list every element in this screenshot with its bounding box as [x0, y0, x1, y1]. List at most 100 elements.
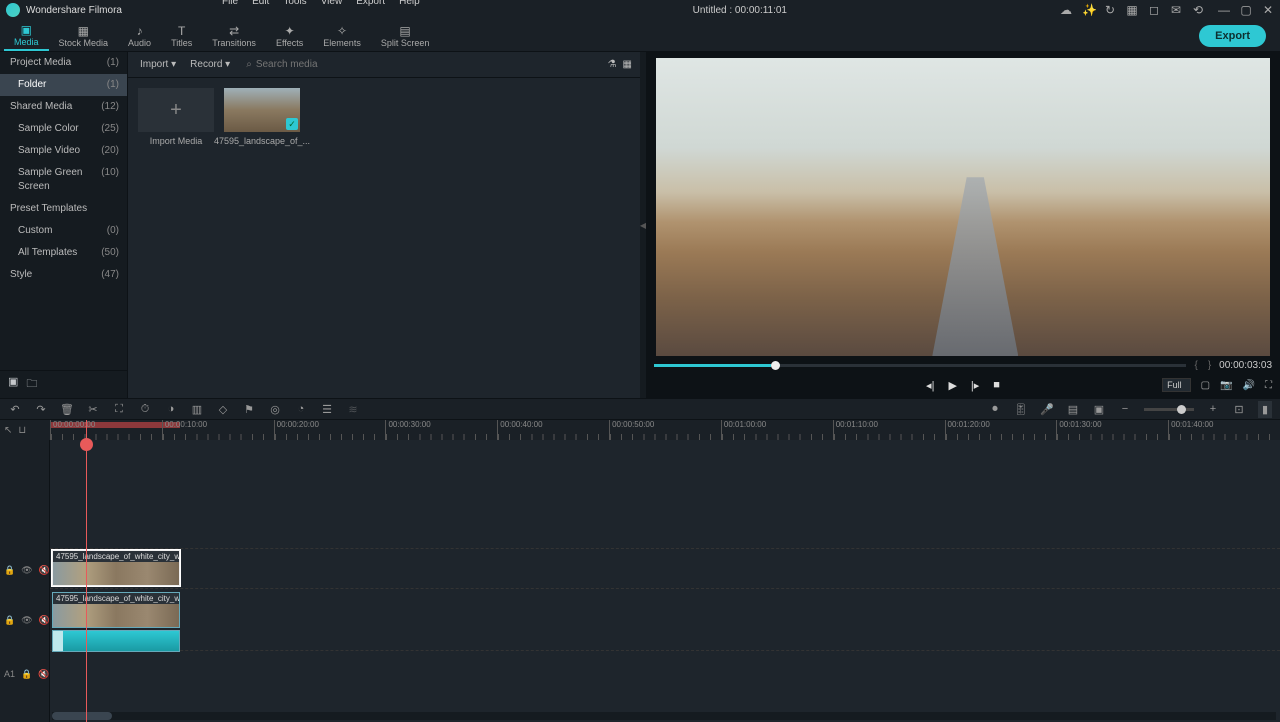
cursor-icon[interactable]: ↖ — [4, 425, 12, 436]
stop-button[interactable]: ■ — [993, 379, 1000, 391]
media-clip-tile[interactable]: 47595_landscape_of_... — [224, 88, 300, 146]
record-dropdown[interactable]: Record ▾ — [186, 57, 234, 72]
tab-media[interactable]: ▣Media — [4, 21, 49, 51]
import-media-tile[interactable]: + Import Media — [138, 88, 214, 146]
sidebar-folder[interactable]: Folder(1) — [0, 74, 127, 96]
mail-icon[interactable]: ✉ — [1170, 4, 1182, 16]
more-icon[interactable]: ☰ — [320, 403, 334, 416]
speed-icon[interactable]: ⏱ — [138, 403, 152, 416]
match-icon[interactable]: ▣ — [1092, 403, 1106, 416]
timeline-scrollbar[interactable] — [52, 712, 1276, 720]
track-eye-icon[interactable]: 👁 — [21, 615, 32, 626]
timeline-clip-audio[interactable] — [52, 630, 180, 652]
sidebar-custom[interactable]: Custom(0) — [0, 220, 127, 242]
tab-titles[interactable]: TTitles — [161, 21, 202, 51]
crop-icon[interactable]: ⛶ — [112, 403, 126, 416]
fullscreen-icon[interactable]: ⛶ — [1265, 380, 1272, 391]
sidebar-all-templates[interactable]: All Templates(50) — [0, 242, 127, 264]
tab-split-screen[interactable]: ▤Split Screen — [371, 21, 440, 51]
sidebar-style[interactable]: Style(47) — [0, 264, 127, 286]
sidebar-preset-templates[interactable]: Preset Templates — [0, 198, 127, 220]
clip-thumbnail[interactable] — [224, 88, 300, 132]
menu-edit[interactable]: Edit — [252, 0, 269, 7]
zoom-fit-icon[interactable]: ⊡ — [1232, 403, 1246, 416]
undo-icon[interactable]: ↶ — [8, 403, 22, 416]
track-header-v1[interactable]: 🔒 👁 🔇 — [0, 600, 49, 640]
delete-icon[interactable]: 🗑 — [60, 403, 74, 416]
zoom-in-icon[interactable]: + — [1206, 403, 1220, 415]
play-button[interactable]: ▶ — [948, 379, 956, 392]
menu-file[interactable]: File — [222, 0, 238, 7]
progress-bar[interactable] — [654, 364, 1186, 367]
tracks-area[interactable]: 47595_landscape_of_white_city_with_river… — [50, 440, 1280, 720]
track-header-a1[interactable]: A1🔒🔇 — [0, 654, 49, 694]
audio-fade-handle[interactable] — [53, 631, 63, 651]
cloud-icon[interactable]: ☁ — [1060, 4, 1072, 16]
prev-frame-button[interactable]: ◂| — [926, 379, 934, 392]
render-icon[interactable]: ▤ — [1066, 403, 1080, 416]
quality-select[interactable]: Full — [1162, 378, 1191, 392]
sidebar-sample-green-screen[interactable]: Sample Green Screen(10) — [0, 162, 127, 198]
redo-icon[interactable]: ↷ — [34, 403, 48, 416]
magnet-icon[interactable]: ⊔ — [18, 425, 26, 436]
tl-settings-icon[interactable]: ▮ — [1258, 401, 1272, 418]
track-lock-icon[interactable]: 🔒 — [4, 615, 15, 626]
tab-audio[interactable]: ♪Audio — [118, 21, 161, 51]
tab-transitions[interactable]: ⇄Transitions — [202, 21, 266, 51]
minimize-button[interactable]: — — [1218, 4, 1230, 16]
sidebar-project-media[interactable]: Project Media(1) — [0, 52, 127, 74]
preview-viewport[interactable] — [656, 58, 1270, 356]
close-button[interactable]: ✕ — [1262, 4, 1274, 16]
timeline-clip-v2[interactable]: 47595_landscape_of_white_city_with_river… — [52, 550, 180, 586]
search-input[interactable] — [256, 59, 602, 70]
sidebar-shared-media[interactable]: Shared Media(12) — [0, 96, 127, 118]
playhead[interactable] — [86, 420, 87, 722]
tab-stock-media[interactable]: ▦Stock Media — [49, 21, 119, 51]
sparkle-icon[interactable]: ✨ — [1082, 4, 1094, 16]
tab-elements[interactable]: ✧Elements — [313, 21, 371, 51]
square-icon[interactable]: ◻ — [1148, 4, 1160, 16]
tracking-icon[interactable]: ◎ — [268, 403, 282, 416]
grid-view-icon[interactable]: ▦ — [623, 59, 632, 70]
menu-help[interactable]: Help — [399, 0, 420, 7]
menu-export[interactable]: Export — [356, 0, 385, 7]
timeline-clip-v1[interactable]: 47595_landscape_of_white_city_with_river… — [52, 592, 180, 628]
next-frame-button[interactable]: |▸ — [971, 379, 979, 392]
mixer-icon[interactable]: 🎚 — [1014, 403, 1028, 416]
plus-icon[interactable]: + — [138, 88, 214, 132]
track-mute-icon[interactable]: 🔇 — [39, 565, 50, 576]
track-mute-icon[interactable]: 🔇 — [39, 615, 50, 626]
split-icon[interactable]: ✂ — [86, 403, 100, 416]
menu-tools[interactable]: Tools — [283, 0, 306, 7]
mask-icon[interactable]: ◔ — [294, 403, 308, 415]
volume-icon[interactable]: 🔊 — [1243, 380, 1255, 391]
export-button[interactable]: Export — [1199, 25, 1266, 47]
zoom-out-icon[interactable]: − — [1118, 403, 1132, 415]
record-vo-icon[interactable]: ⏺ — [988, 403, 1002, 416]
filter-icon[interactable]: ⚗ — [608, 59, 617, 70]
sidebar-sample-color[interactable]: Sample Color(25) — [0, 118, 127, 140]
grid-icon[interactable]: ▦ — [1126, 4, 1138, 16]
marker-icon[interactable]: ⚑ — [242, 403, 256, 416]
track-lock-icon[interactable]: 🔒 — [4, 565, 15, 576]
track-lock-icon[interactable]: 🔒 — [21, 669, 32, 680]
track-mute-icon[interactable]: 🔇 — [38, 669, 49, 680]
menu-view[interactable]: View — [321, 0, 343, 7]
keyframe-icon[interactable]: ◇ — [216, 403, 230, 416]
track-header-v2[interactable]: 🔒👁🔇 — [0, 550, 49, 590]
search-box[interactable]: ⌕ — [246, 59, 601, 70]
mic-icon[interactable]: 🎤 — [1040, 403, 1054, 416]
snapshot-icon[interactable]: 📷 — [1220, 380, 1232, 391]
sync-icon[interactable]: ↻ — [1104, 4, 1116, 16]
zoom-slider[interactable] — [1144, 408, 1194, 411]
display-icon[interactable]: ▢ — [1201, 380, 1210, 391]
mark-out-icon[interactable]: } — [1206, 360, 1213, 371]
color-icon[interactable]: ◑ — [164, 403, 178, 415]
audio-vis-icon[interactable]: ≋ — [346, 403, 360, 416]
timeline-ruler[interactable]: 00:00:00:0000:00:10:00 00:00:20:0000:00:… — [50, 420, 1280, 440]
new-folder-icon[interactable]: ▣ — [8, 375, 18, 394]
mark-in-icon[interactable]: { — [1192, 360, 1199, 371]
history-icon[interactable]: ⟲ — [1192, 4, 1204, 16]
folder-icon[interactable]: 🗀 — [26, 375, 37, 394]
import-dropdown[interactable]: Import ▾ — [136, 57, 180, 72]
